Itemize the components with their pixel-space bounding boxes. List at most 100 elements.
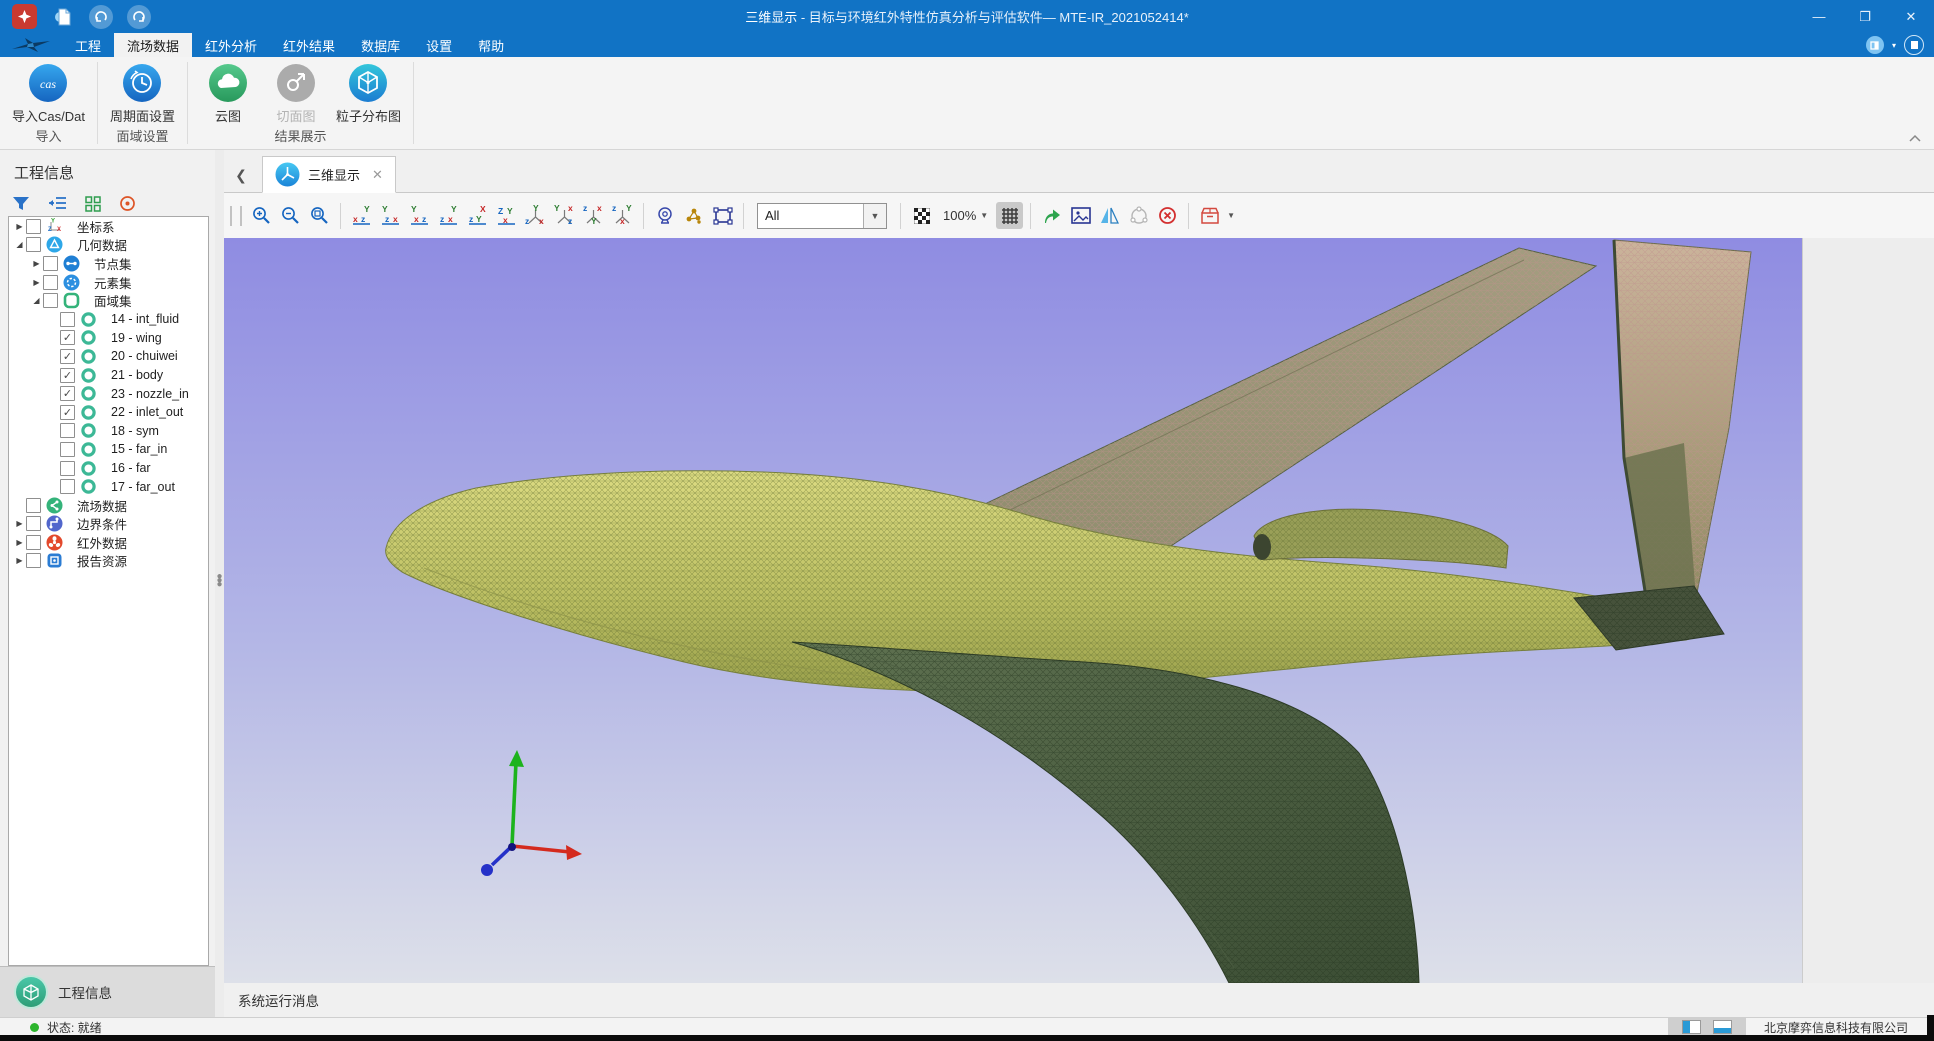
tree-checkbox[interactable] [60,312,75,327]
tree-row-边界条件[interactable]: ▶边界条件 [9,515,208,534]
box-select-button[interactable] [709,202,736,229]
view-left-button[interactable]: Yxz [406,202,433,229]
view-iso-4-button[interactable]: zYx [609,202,636,229]
ribbon-collapse-icon[interactable] [1908,134,1922,143]
particle-distribution-button[interactable]: 粒子分布图 [332,64,405,125]
particles-display-button[interactable] [680,202,707,229]
redo-button[interactable] [127,5,151,29]
link-nodes-button[interactable] [1125,202,1152,229]
splitter-handle[interactable]: ●●● [216,575,222,587]
viewport-3d[interactable] [224,238,1802,983]
menu-item-7[interactable]: 帮助 [465,33,517,57]
view-iso-2-button[interactable]: Yxz [551,202,578,229]
tree-checkbox[interactable] [26,498,41,513]
expander-expanded-icon[interactable]: ◢ [13,240,26,249]
filter-icon[interactable] [12,196,30,211]
menu-item-3[interactable]: 红外分析 [192,33,270,57]
tree-row-红外数据[interactable]: ▶红外数据 [9,533,208,552]
periodic-face-button[interactable]: 周期面设置 [106,64,179,125]
cloud-map-button[interactable]: 云图 [196,64,260,125]
menu-item-2[interactable]: 流场数据 [114,33,192,57]
view-iso-3-button[interactable]: zYx [580,202,607,229]
clear-cancel-button[interactable] [1154,202,1181,229]
section-view-button[interactable]: 切面图 [264,64,328,125]
tree-row-17---far_out[interactable]: 17 - far_out [9,477,208,496]
tree-checkbox[interactable]: ✓ [60,386,75,401]
tree-checkbox[interactable] [26,219,41,234]
expander-collapsed-icon[interactable]: ▶ [30,278,43,287]
tree-row-21---body[interactable]: ✓21 - body [9,366,208,385]
split-horizontal-icon[interactable] [1713,1020,1732,1034]
zoom-in-button[interactable] [248,202,275,229]
tree-row-元素集[interactable]: ▶元素集 [9,273,208,292]
tab-close-icon[interactable]: ✕ [372,167,383,183]
tree-row-14---int_fluid[interactable]: 14 - int_fluid [9,310,208,329]
menu-item-6[interactable]: 设置 [413,33,465,57]
split-vertical-icon[interactable] [1682,1020,1701,1034]
zoom-out-button[interactable] [277,202,304,229]
expander-collapsed-icon[interactable]: ▶ [13,556,26,565]
view-back-button[interactable]: Yzx [377,202,404,229]
tree-checkbox[interactable] [60,479,75,494]
background-pattern-button[interactable] [908,202,935,229]
close-button[interactable]: ✕ [1888,0,1934,33]
zoom-level-dropdown[interactable]: 100% ▼ [943,208,988,223]
undo-button[interactable] [89,5,113,29]
tree-checkbox[interactable] [43,275,58,290]
tree-row-坐标系[interactable]: ▶YZX坐标系 [9,217,208,236]
tree-row-22---inlet_out[interactable]: ✓22 - inlet_out [9,403,208,422]
minimize-button[interactable]: — [1796,0,1842,33]
archive-box-button[interactable] [1196,202,1223,229]
expander-expanded-icon[interactable]: ◢ [30,296,43,305]
tree-checkbox[interactable] [60,442,75,457]
expander-collapsed-icon[interactable]: ▶ [13,538,26,547]
group-view-icon[interactable] [85,196,101,212]
view-right-button[interactable]: zxY [435,202,462,229]
layout-caret-icon[interactable]: ▾ [1892,41,1896,50]
menu-item-5[interactable]: 数据库 [348,33,413,57]
panel-splitter[interactable]: ●●● [215,150,224,1017]
tree-row-18---sym[interactable]: 18 - sym [9,422,208,441]
panel-footer-button[interactable]: 工程信息 [0,966,215,1017]
help-manual-button[interactable] [1904,35,1924,55]
view-front-button[interactable]: xzY [348,202,375,229]
snapshot-button[interactable] [1067,202,1094,229]
dropdown-arrow-icon[interactable]: ▼ [863,204,886,228]
tree-row-19---wing[interactable]: ✓19 - wing [9,329,208,348]
camera-view-button[interactable] [651,202,678,229]
collapse-all-icon[interactable] [48,196,67,211]
tree-row-报告资源[interactable]: ▶报告资源 [9,552,208,571]
tree-checkbox[interactable] [60,461,75,476]
display-filter-dropdown[interactable]: All ▼ [757,203,887,229]
tree-checkbox[interactable]: ✓ [60,330,75,345]
new-project-button[interactable] [51,5,75,29]
tree-checkbox[interactable] [43,293,58,308]
expander-collapsed-icon[interactable]: ▶ [13,519,26,528]
view-iso-1-button[interactable]: Yxz [522,202,549,229]
tab-3d-view[interactable]: 三维显示 ✕ [262,156,396,193]
menu-item-4[interactable]: 红外结果 [270,33,348,57]
tree-row-面域集[interactable]: ◢面域集 [9,291,208,310]
tree-row-节点集[interactable]: ▶节点集 [9,254,208,273]
menu-item-1[interactable]: 工程 [62,33,114,57]
tree-row-几何数据[interactable]: ◢几何数据 [9,236,208,255]
tree-row-16---far[interactable]: 16 - far [9,459,208,478]
tree-checkbox[interactable] [43,256,58,271]
window-layout-button[interactable] [1866,36,1884,54]
tree-checkbox[interactable] [60,423,75,438]
tree-row-20---chuiwei[interactable]: ✓20 - chuiwei [9,347,208,366]
locate-target-icon[interactable] [119,195,136,212]
tree-row-23---nozzle_in[interactable]: ✓23 - nozzle_in [9,384,208,403]
archive-caret-icon[interactable]: ▼ [1227,211,1235,220]
zoom-fit-button[interactable] [306,202,333,229]
restore-button[interactable]: ❐ [1842,0,1888,33]
cas-import-button[interactable]: cas导入Cas/Dat [8,64,89,125]
tree-checkbox[interactable]: ✓ [60,405,75,420]
mirror-button[interactable] [1096,202,1123,229]
tree-row-15---far_in[interactable]: 15 - far_in [9,440,208,459]
export-share-button[interactable] [1038,202,1065,229]
toolbar-drag-handle[interactable] [230,206,242,226]
tree-checkbox[interactable]: ✓ [60,349,75,364]
tab-scroll-left-icon[interactable]: ❮ [228,167,254,184]
expander-collapsed-icon[interactable]: ▶ [13,222,26,231]
